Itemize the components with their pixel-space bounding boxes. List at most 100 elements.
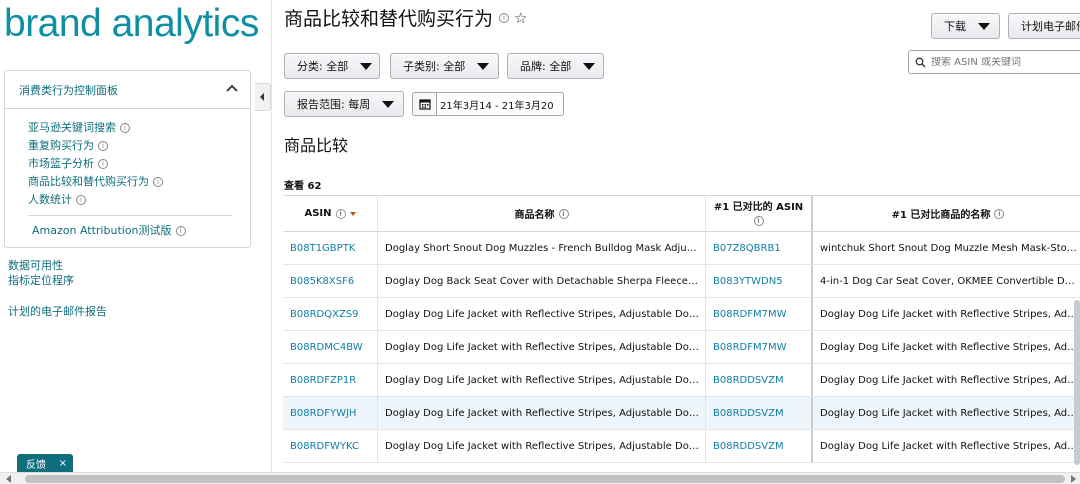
link-scheduled-reports[interactable]: 计划的电子邮件报告 (8, 303, 107, 319)
subcategory-dropdown[interactable]: 子类别: 全部 (390, 53, 499, 79)
caret-down-icon (477, 62, 490, 70)
column-header-compared-asin[interactable]: #1 已对比的 ASIN i (706, 196, 813, 231)
brand-dropdown[interactable]: 品牌: 全部 (507, 53, 604, 79)
panel-header[interactable]: 消费类行为控制面板 (5, 71, 250, 109)
compared-product-name: Doglay Dog Life Jacket with Reflective S… (820, 342, 1080, 353)
info-icon: i (558, 208, 569, 219)
table-row[interactable]: B085K8XSF6 Doglay Dog Back Seat Cover wi… (283, 265, 1080, 298)
nav-item-item-comparison[interactable]: 商品比较和替代购买行为 i (28, 173, 250, 191)
link-data-availability[interactable]: 数据可用性 (8, 257, 63, 273)
divider (271, 0, 272, 472)
comparison-table: ASIN i 商品名称 i #1 已对比的 ASIN i #1 已对比商品的名称… (283, 195, 1080, 463)
caret-down-icon (583, 62, 596, 70)
compared-product-name: wintchuk Short Snout Dog Muzzle Mesh Mas… (820, 243, 1080, 254)
category-dropdown[interactable]: 分类: 全部 (284, 53, 380, 79)
compared-asin-link[interactable]: B08RDDSVZM (706, 397, 813, 429)
info-icon: i (98, 159, 108, 169)
nav-item-keyword-search[interactable]: 亚马逊关键词搜索 i (28, 119, 250, 137)
table-row[interactable]: B08RDFYWJH Doglay Dog Life Jacket with R… (283, 397, 1080, 430)
info-icon: i (120, 123, 130, 133)
dashboard-nav: 亚马逊关键词搜索 i 重复购买行为 i 市场篮子分析 i 商品比较和替代购买行为 i 人… (5, 109, 250, 240)
compared-asin-link[interactable]: B08RDFM7MW (706, 298, 813, 330)
product-name: Doglay Short Snout Dog Muzzles - French … (378, 232, 706, 264)
asin-link[interactable]: B08RDMC4BW (283, 331, 378, 363)
info-icon: i (499, 12, 510, 23)
compared-asin-link[interactable]: B08RDFM7MW (706, 331, 813, 363)
caret-down-icon (360, 62, 373, 70)
product-name: Doglay Dog Life Jacket with Reflective S… (378, 298, 706, 330)
section-title: 商品比较 (284, 136, 349, 155)
calendar-icon[interactable] (413, 93, 437, 115)
compared-product-name: 4-in-1 Dog Car Seat Cover, OKMEE Convert… (820, 276, 1080, 287)
asin-link[interactable]: B08RDFWYKC (283, 430, 378, 462)
compared-asin-link[interactable]: B083YTWDN5 (706, 265, 813, 297)
search-input[interactable] (931, 56, 1071, 68)
column-header-compared-name[interactable]: #1 已对比商品的名称 i (813, 196, 1080, 231)
close-icon[interactable]: × (59, 458, 67, 469)
caret-down-icon (382, 100, 395, 108)
info-icon: i (98, 141, 108, 151)
table-row[interactable]: B08RDFZP1R Doglay Dog Life Jacket with R… (283, 364, 1080, 397)
dashboard-panel: 消费类行为控制面板 亚马逊关键词搜索 i 重复购买行为 i 市场篮子分析 i 商品比较… (4, 70, 251, 248)
column-header-asin[interactable]: ASIN i (283, 196, 378, 231)
product-name: Doglay Dog Life Jacket with Reflective S… (378, 397, 706, 429)
page-title: 商品比较和替代购买行为 i ☆ (284, 8, 528, 30)
sort-desc-icon[interactable] (349, 211, 356, 216)
info-icon: i (994, 208, 1005, 219)
compared-asin-link[interactable]: B07Z8QBRB1 (706, 232, 813, 264)
table-row[interactable]: B08T1GBPTK Doglay Short Snout Dog Muzzle… (283, 232, 1080, 265)
nav-item-attribution[interactable]: Amazon Attribution测试版 i (32, 222, 250, 240)
download-button[interactable]: 下载 (931, 13, 1000, 39)
result-count: 查看 62 (284, 181, 322, 192)
search-icon (915, 57, 926, 67)
date-range-picker[interactable] (412, 92, 564, 116)
compared-product-name: Doglay Dog Life Jacket with Reflective S… (820, 309, 1080, 320)
scroll-left-icon[interactable] (6, 475, 11, 483)
nav-item-demographics[interactable]: 人数统计 i (28, 191, 250, 209)
info-icon: i (153, 177, 163, 187)
nav-item-market-basket[interactable]: 市场篮子分析 i (28, 155, 250, 173)
compared-product-name: Doglay Dog Life Jacket with Reflective S… (820, 441, 1080, 452)
divider (28, 215, 232, 216)
nav-item-repeat-purchase[interactable]: 重复购买行为 i (28, 137, 250, 155)
product-name: Doglay Dog Life Jacket with Reflective S… (378, 364, 706, 396)
asin-link[interactable]: B08T1GBPTK (283, 232, 378, 264)
feedback-button[interactable]: 反馈 × (17, 454, 73, 472)
scroll-right-icon[interactable] (1071, 475, 1076, 483)
column-header-name[interactable]: 商品名称 i (378, 196, 706, 231)
caret-down-icon (978, 22, 990, 30)
info-icon: i (753, 216, 764, 226)
info-icon: i (175, 226, 186, 236)
info-icon: i (76, 195, 86, 205)
asin-link[interactable]: B085K8XSF6 (283, 265, 378, 297)
date-range-input[interactable] (437, 98, 561, 110)
table-header: ASIN i 商品名称 i #1 已对比的 ASIN i #1 已对比商品的名称… (283, 196, 1080, 232)
product-name: Doglay Dog Back Seat Cover with Detachab… (378, 265, 706, 297)
compared-product-name: Doglay Dog Life Jacket with Reflective S… (820, 375, 1080, 386)
table-row[interactable]: B08RDFWYKC Doglay Dog Life Jacket with R… (283, 430, 1080, 463)
compared-product-name: Doglay Dog Life Jacket with Reflective S… (820, 408, 1080, 419)
horizontal-scrollbar[interactable] (0, 472, 1080, 484)
compared-asin-link[interactable]: B08RDDSVZM (706, 430, 813, 462)
search-box[interactable] (908, 50, 1080, 74)
chevron-up-icon[interactable] (224, 80, 240, 96)
asin-link[interactable]: B08RDFYWJH (283, 397, 378, 429)
asin-link[interactable]: B08RDFZP1R (283, 364, 378, 396)
product-name: Doglay Dog Life Jacket with Reflective S… (378, 430, 706, 462)
table-row[interactable]: B08RDMC4BW Doglay Dog Life Jacket with R… (283, 331, 1080, 364)
report-range-dropdown[interactable]: 报告范围: 每周 (284, 91, 404, 117)
table-row[interactable]: B08RDQXZS9 Doglay Dog Life Jacket with R… (283, 298, 1080, 331)
chevron-left-icon (260, 93, 264, 101)
compared-asin-link[interactable]: B08RDDSVZM (706, 364, 813, 396)
star-icon[interactable]: ☆ (514, 9, 527, 27)
scrollbar-thumb[interactable] (25, 475, 1065, 483)
link-metric-locator[interactable]: 指标定位程序 (8, 272, 74, 288)
product-name: Doglay Dog Life Jacket with Reflective S… (378, 331, 706, 363)
info-icon: i (335, 208, 346, 219)
brand-logo: brand analytics (4, 2, 259, 45)
asin-link[interactable]: B08RDQXZS9 (283, 298, 378, 330)
schedule-email-button[interactable]: 计划电子邮件 (1008, 13, 1080, 39)
collapse-sidebar-button[interactable] (255, 83, 271, 111)
panel-title: 消费类行为控制面板 (19, 83, 118, 97)
vertical-scrollbar[interactable] (1074, 300, 1080, 465)
